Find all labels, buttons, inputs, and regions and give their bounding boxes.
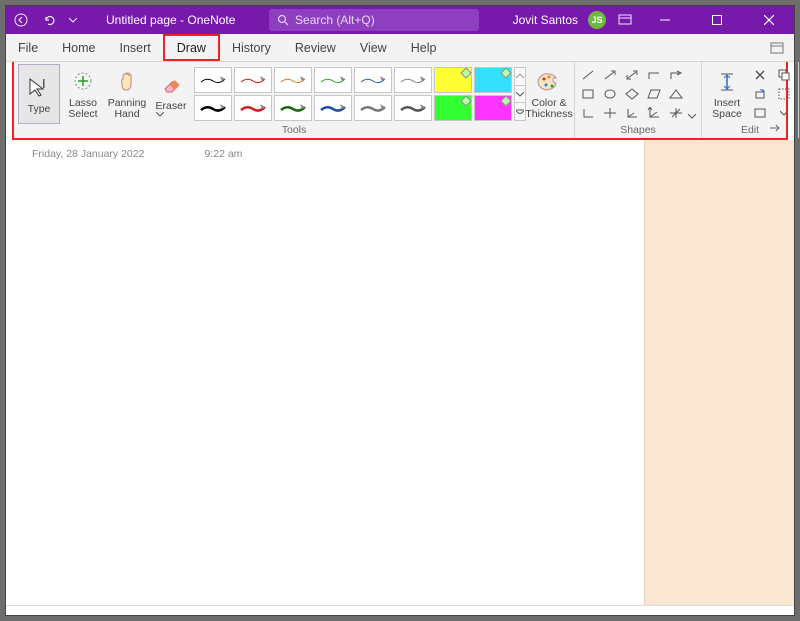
shape-arrow[interactable] [601, 67, 619, 83]
undo-button[interactable] [40, 11, 58, 29]
search-box[interactable]: Search (Alt+Q) [269, 9, 479, 31]
tab-history[interactable]: History [220, 34, 283, 61]
menubar: File Home Insert Draw History Review Vie… [6, 34, 794, 62]
user-name[interactable]: Jovit Santos [513, 13, 578, 27]
shape-elbow-arrow[interactable] [667, 67, 685, 83]
shape-axis-3d-arrow[interactable] [645, 105, 663, 121]
shape-line[interactable] [579, 67, 597, 83]
edit-buttons [750, 67, 794, 121]
lasso-select-tool[interactable]: Lasso Select [62, 64, 104, 124]
cursor-text-icon: I [27, 74, 51, 102]
rotate-button[interactable] [753, 87, 767, 101]
chevron-down-icon [156, 112, 164, 117]
pen-darkblue-thick[interactable] [314, 95, 352, 121]
svg-text:I: I [42, 76, 46, 91]
shape-elbow[interactable] [645, 67, 663, 83]
note-canvas[interactable]: Friday, 28 January 2022 9:22 am [6, 140, 644, 605]
qat-customize-chevron[interactable] [68, 11, 78, 29]
arrange-button[interactable] [777, 68, 791, 82]
snap-button[interactable] [753, 106, 767, 120]
page-body: Friday, 28 January 2022 9:22 am [6, 140, 794, 605]
titlebar: Untitled page - OneNote Search (Alt+Q) J… [6, 6, 794, 34]
tab-draw[interactable]: Draw [163, 34, 220, 61]
search-icon [277, 14, 289, 26]
shape-rectangle[interactable] [579, 86, 597, 102]
minimize-button[interactable] [644, 6, 686, 34]
hand-icon [116, 68, 138, 96]
pin-ribbon-button[interactable] [768, 122, 782, 136]
chevron-down-icon [688, 114, 696, 119]
pen-gallery-more[interactable] [514, 67, 526, 121]
page-list-panel[interactable] [644, 140, 794, 605]
close-button[interactable] [748, 6, 790, 34]
pen-blue-thin[interactable] [354, 67, 392, 93]
tab-view[interactable]: View [348, 34, 399, 61]
highlighter-magenta[interactable] [474, 95, 512, 121]
pen-darkgray-thick[interactable] [394, 95, 432, 121]
eraser-icon [160, 71, 182, 99]
shape-parallelogram[interactable] [645, 86, 663, 102]
ribbon-display-options[interactable] [616, 11, 634, 29]
panning-hand-tool[interactable]: Panning Hand [106, 64, 148, 124]
shape-double-arrow[interactable] [623, 67, 641, 83]
shapes-gallery[interactable] [579, 67, 685, 121]
shape-axis-3d-full[interactable] [667, 105, 685, 121]
shape-axis-2d-full[interactable] [601, 105, 619, 121]
shapes-more[interactable] [687, 69, 697, 119]
shape-axis-2d[interactable] [579, 105, 597, 121]
back-button[interactable] [12, 11, 30, 29]
shape-ellipse[interactable] [601, 86, 619, 102]
delete-button[interactable] [753, 68, 767, 82]
tab-file[interactable]: File [6, 34, 50, 61]
insert-space-icon [717, 68, 737, 96]
user-avatar[interactable]: JS [588, 11, 606, 29]
lasso-icon [71, 68, 95, 96]
search-placeholder: Search (Alt+Q) [295, 13, 375, 27]
shape-triangle[interactable] [667, 86, 685, 102]
onenote-window: Untitled page - OneNote Search (Alt+Q) J… [5, 5, 795, 616]
highlighter-yellow[interactable] [434, 67, 472, 93]
pen-black-thin[interactable] [194, 67, 232, 93]
shape-axis-3d[interactable] [623, 105, 641, 121]
pen-red-thin[interactable] [234, 67, 272, 93]
edit-more-chevron[interactable] [780, 111, 788, 116]
tab-home[interactable]: Home [50, 34, 107, 61]
pen-black-thick[interactable] [194, 95, 232, 121]
pen-gallery [194, 67, 512, 121]
pen-red-thick[interactable] [234, 95, 272, 121]
tab-review[interactable]: Review [283, 34, 348, 61]
group-label-shapes: Shapes [579, 124, 697, 137]
page-time: 9:22 am [204, 148, 242, 160]
select-button[interactable] [777, 87, 791, 101]
shape-diamond[interactable] [623, 86, 641, 102]
maximize-button[interactable] [696, 6, 738, 34]
pen-gray-thick[interactable] [354, 95, 392, 121]
type-tool[interactable]: I Type [18, 64, 60, 124]
insert-space-button[interactable]: Insert Space [706, 64, 748, 124]
pen-gray-thin[interactable] [394, 67, 432, 93]
tab-help[interactable]: Help [399, 34, 449, 61]
ribbon-draw: I Type Lasso Select Panning Hand [12, 62, 788, 140]
page-date: Friday, 28 January 2022 [32, 148, 144, 160]
pen-green-thin[interactable] [314, 67, 352, 93]
highlighter-green[interactable] [434, 95, 472, 121]
collapse-ribbon-button[interactable] [768, 39, 786, 57]
pen-darkgreen-thick[interactable] [274, 95, 312, 121]
tab-insert[interactable]: Insert [108, 34, 163, 61]
palette-icon [537, 68, 561, 96]
pen-orange-thin[interactable] [274, 67, 312, 93]
document-title: Untitled page - OneNote [106, 13, 235, 27]
highlighter-cyan[interactable] [474, 67, 512, 93]
status-bar [6, 605, 794, 615]
eraser-tool[interactable]: Eraser [150, 64, 192, 124]
group-label-tools: Tools [18, 124, 570, 137]
color-thickness-button[interactable]: Color & Thickness [528, 64, 570, 124]
